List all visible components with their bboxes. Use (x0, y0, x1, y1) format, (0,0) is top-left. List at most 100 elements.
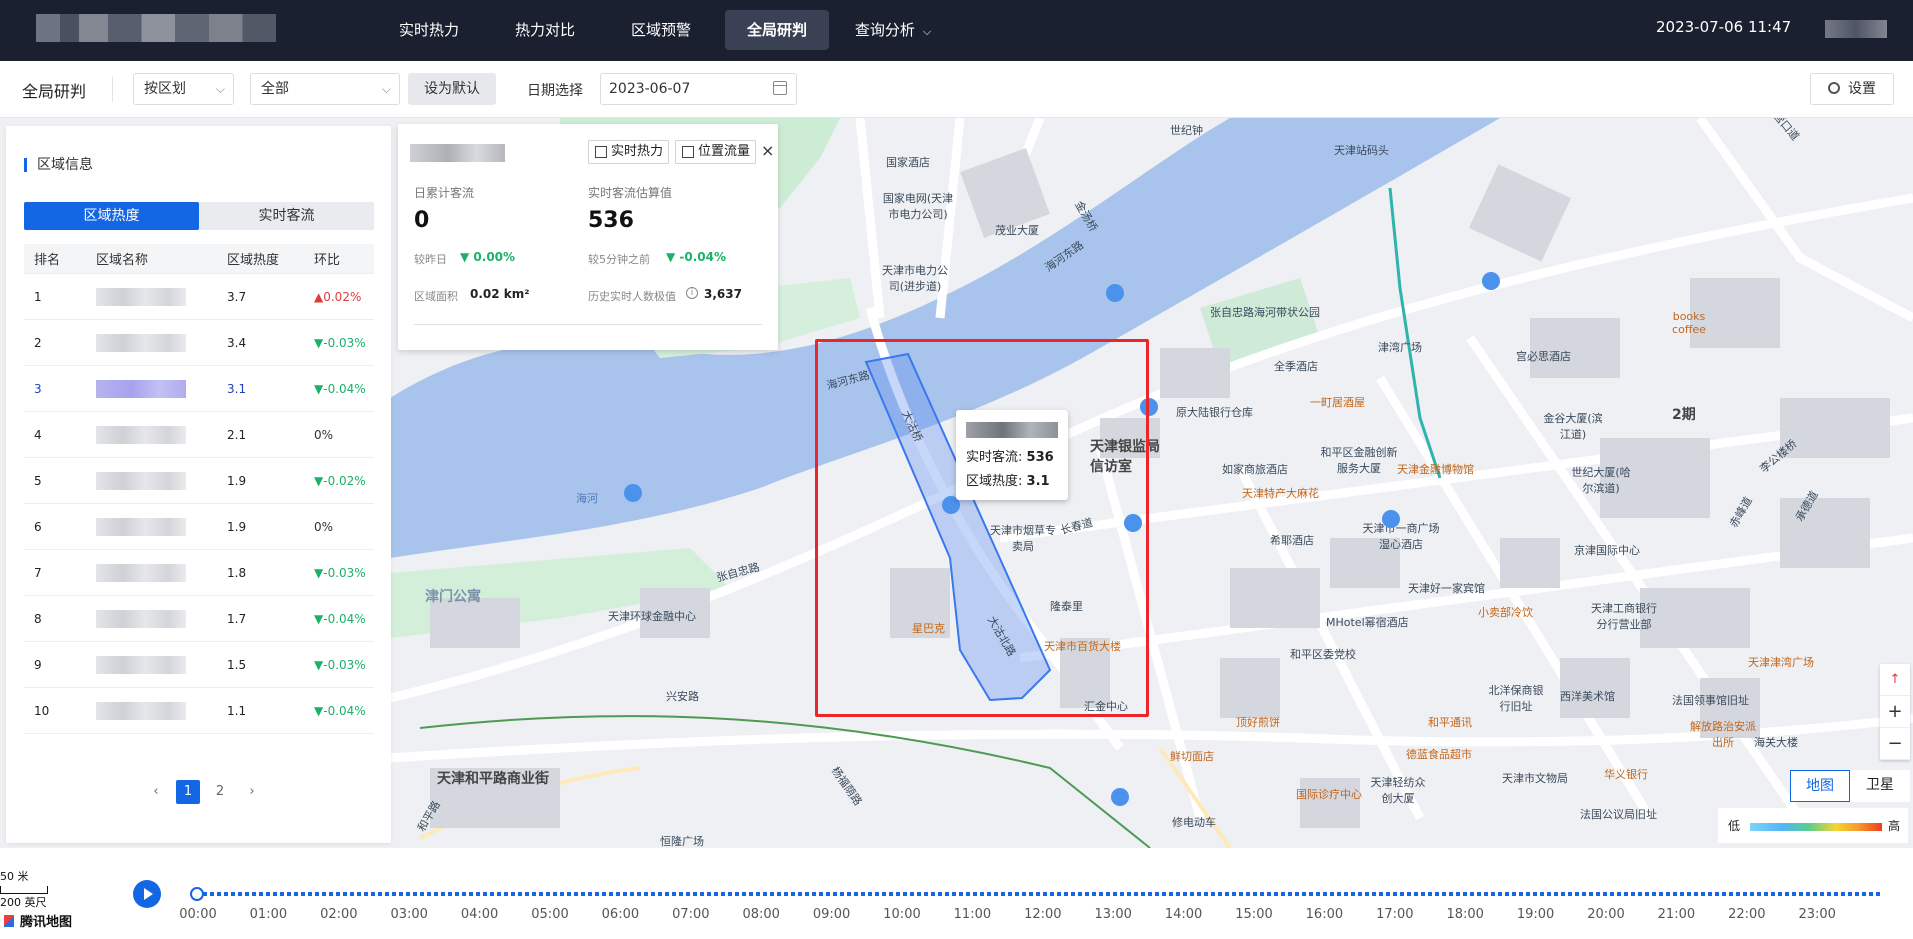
timeline-hour-label[interactable]: 02:00 (309, 907, 369, 922)
page-1-button[interactable]: 1 (176, 780, 200, 804)
map-label: 茂业大厦 (995, 224, 1039, 237)
play-icon[interactable] (133, 880, 161, 908)
table-row[interactable]: 9 1.5 ▼ -0.03% (24, 642, 374, 688)
map-label: 原大陆银行仓库 (1176, 406, 1253, 419)
table-row[interactable]: 5 1.9 ▼ -0.02% (24, 458, 374, 504)
panel-title: 区域信息 (24, 158, 93, 172)
nav-heat-compare[interactable]: 热力对比 (499, 10, 591, 50)
timeline-hour-label[interactable]: 07:00 (661, 907, 721, 922)
timeline-hour-label[interactable]: 04:00 (450, 907, 510, 922)
app-logo (36, 14, 276, 42)
table-row[interactable]: 4 2.1 0% (24, 412, 374, 458)
table-row[interactable]: 6 1.9 0% (24, 504, 374, 550)
nav-global-analysis[interactable]: 全局研判 (725, 10, 829, 50)
user-avatar[interactable] (1825, 20, 1887, 38)
vs-yesterday-text: 0.00% (473, 250, 516, 264)
info-icon[interactable]: i (686, 287, 698, 299)
map-type-map-button[interactable]: 地图 (1790, 770, 1850, 802)
tooltip-flow-value: 536 (1026, 450, 1054, 465)
division-select[interactable]: 按区划 ⌵ (133, 73, 234, 105)
timeline-hour-label[interactable]: 12:00 (1013, 907, 1073, 922)
timeline-hour-label[interactable]: 08:00 (731, 907, 791, 922)
scope-select[interactable]: 全部 ⌵ (250, 73, 400, 105)
timeline-hour-label[interactable]: 09:00 (802, 907, 862, 922)
map-label: 解放路治安派出所 (1690, 720, 1756, 749)
flow-point-marker[interactable] (624, 484, 642, 502)
timeline-hour-label[interactable]: 23:00 (1787, 907, 1847, 922)
table-row[interactable]: 7 1.8 ▼ -0.03% (24, 550, 374, 596)
timeline-hour-label[interactable]: 14:00 (1154, 907, 1214, 922)
table-row[interactable]: 2 3.4 ▼ -0.03% (24, 320, 374, 366)
timeline-hour-label[interactable]: 13:00 (1083, 907, 1143, 922)
map-label: 天津津湾广场 (1748, 656, 1814, 669)
next-page-button[interactable]: › (240, 780, 264, 804)
timeline-hour-label[interactable]: 11:00 (942, 907, 1002, 922)
timeline-hour-label[interactable]: 06:00 (590, 907, 650, 922)
timeline-hour-label[interactable]: 21:00 (1646, 907, 1706, 922)
flow-point-marker[interactable] (1106, 284, 1124, 302)
flow-point-marker[interactable] (1482, 272, 1500, 290)
timeline-hour-label[interactable]: 00:00 (168, 907, 228, 922)
tab-area-heat[interactable]: 区域热度 (24, 202, 199, 230)
timeline-hour-label[interactable]: 22:00 (1717, 907, 1777, 922)
tab-realtime-flow[interactable]: 实时客流 (199, 202, 374, 230)
scale-meters: 50 米 (0, 870, 29, 883)
timeline-hour-label[interactable]: 16:00 (1294, 907, 1354, 922)
date-picker[interactable]: 2023-06-07 (600, 73, 797, 105)
position-flow-button[interactable]: 位置流量 (675, 140, 757, 164)
map-label: 世纪大厦(哈尔滨道) (1571, 466, 1631, 495)
settings-button[interactable]: 设置 (1810, 73, 1894, 105)
tooltip-heat-label: 区域热度: (966, 474, 1023, 489)
blurred-area-name (96, 333, 186, 352)
table-row[interactable]: 3 3.1 ▼ -0.04% (24, 366, 374, 412)
peak-label: 历史实时人数极值 (588, 290, 676, 303)
timeline-hour-label[interactable]: 19:00 (1506, 907, 1566, 922)
nav-area-alert[interactable]: 区域预警 (615, 10, 707, 50)
legend-high: 高 (1888, 819, 1901, 833)
map-label: 海关大楼 (1754, 736, 1798, 749)
timeline-hour-label[interactable]: 20:00 (1576, 907, 1636, 922)
map-label: 顶好煎饼 (1236, 716, 1280, 729)
legend-color-bar (1750, 823, 1882, 831)
map-type-satellite-button[interactable]: 卫星 (1850, 770, 1910, 802)
timeline-hour-label[interactable]: 10:00 (872, 907, 932, 922)
change-value: 0% (314, 427, 334, 442)
table-row[interactable]: 10 1.1 ▼ -0.04% (24, 688, 374, 734)
gear-icon (1828, 82, 1840, 94)
area-size-label: 区域面积 (414, 290, 458, 303)
change-arrow: ▼ (314, 565, 324, 580)
zoom-out-button[interactable]: − (1880, 728, 1910, 760)
timeline-hour-label[interactable]: 03:00 (379, 907, 439, 922)
realtime-flow-value: 536 (588, 208, 634, 233)
col-change: 环比 (314, 253, 341, 268)
divider (112, 76, 113, 102)
timeline-hour-label[interactable]: 01:00 (238, 907, 298, 922)
flow-point-marker[interactable] (1111, 788, 1129, 806)
row-heat: 1.7 (227, 611, 247, 626)
set-default-button[interactable]: 设为默认 (408, 73, 496, 105)
table-row[interactable]: 1 3.7 ▲ 0.02% (24, 274, 374, 320)
map-label: 北洋保商银行旧址 (1488, 684, 1544, 713)
vs-5min-label: 较5分钟之前 (588, 253, 650, 266)
nav-query-analysis[interactable]: 查询分析 ⌵ (843, 10, 943, 50)
row-change: ▼ -0.02% (314, 458, 366, 503)
row-rank: 10 (34, 703, 50, 718)
timeline-hour-label[interactable]: 15:00 (1224, 907, 1284, 922)
page-2-button[interactable]: 2 (208, 780, 232, 804)
row-change: ▼ -0.04% (314, 688, 366, 733)
flow-point-marker[interactable] (1382, 510, 1400, 528)
close-icon[interactable]: × (761, 141, 774, 160)
realtime-heat-button[interactable]: 实时热力 (588, 140, 670, 164)
table-row[interactable]: 8 1.7 ▼ -0.04% (24, 596, 374, 642)
timeline-hour-label[interactable]: 05:00 (520, 907, 580, 922)
map-label: 京津国际中心 (1574, 544, 1640, 557)
timeline-track[interactable] (196, 892, 1882, 896)
map-label: 一町居酒屋 (1310, 396, 1365, 409)
nav-realtime-heat[interactable]: 实时热力 (383, 10, 475, 50)
prev-page-button[interactable]: ‹ (144, 780, 168, 804)
compass-icon[interactable]: ↑ (1880, 664, 1910, 696)
zoom-in-button[interactable]: + (1880, 696, 1910, 728)
timeline-hour-label[interactable]: 17:00 (1365, 907, 1425, 922)
timeline-hour-label[interactable]: 18:00 (1435, 907, 1495, 922)
timeline-thumb[interactable] (190, 887, 204, 901)
